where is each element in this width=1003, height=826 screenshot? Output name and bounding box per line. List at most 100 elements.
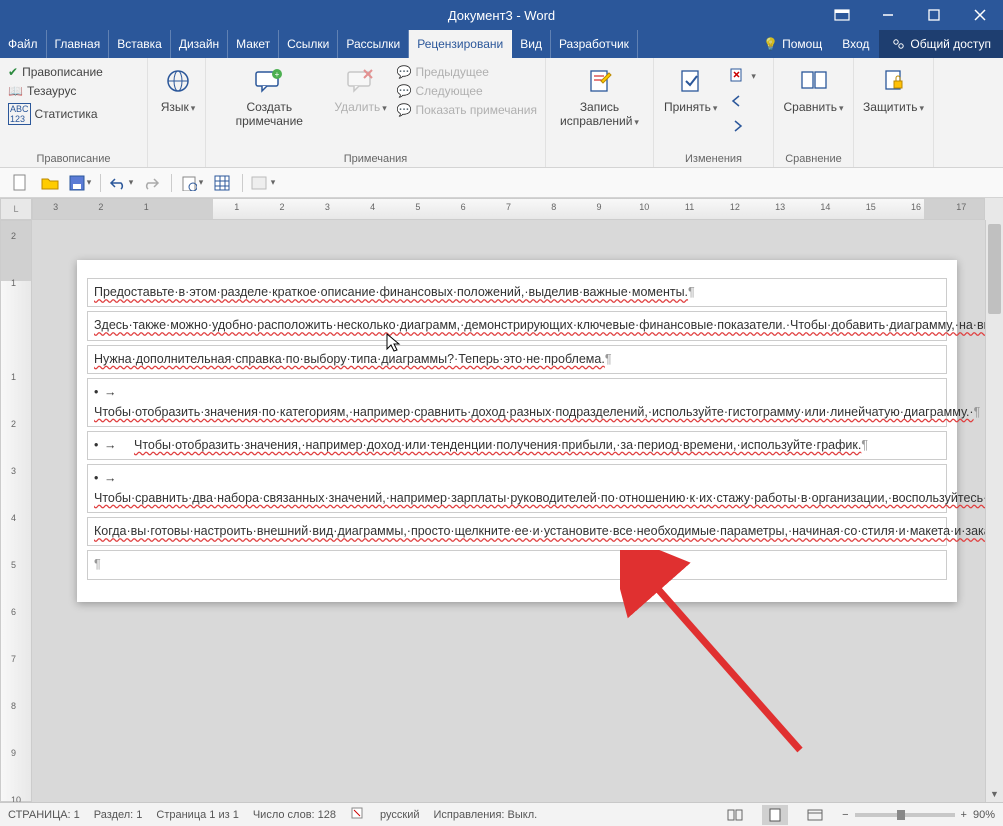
status-word-count[interactable]: Число слов: 128 (253, 809, 336, 821)
compare-icon (798, 65, 830, 97)
print-layout-button[interactable] (762, 805, 788, 825)
comment-delete-icon (345, 65, 377, 97)
redo-button[interactable] (137, 171, 165, 195)
sign-in[interactable]: Вход (832, 30, 879, 58)
tell-me-help[interactable]: 💡Помощ (753, 30, 832, 58)
svg-text:+: + (275, 70, 280, 79)
tab-selector[interactable]: L (0, 198, 32, 220)
save-button[interactable]: ▾ (66, 171, 94, 195)
language-button[interactable]: Язык▾ (152, 61, 204, 117)
protect-button[interactable]: Защитить▾ (858, 61, 929, 117)
document-area[interactable]: Предоставьте·в·этом·разделе·краткое·опис… (32, 220, 985, 802)
status-track-changes[interactable]: Исправления: Выкл. (434, 809, 538, 821)
compare-button[interactable]: Сравнить▾ (778, 61, 849, 117)
maximize-button[interactable] (911, 0, 957, 30)
undo-button[interactable]: ▾ (107, 171, 135, 195)
table-row[interactable]: •→Чтобы·сравнить·два·набора·связанных·зн… (87, 464, 947, 513)
title-bar: Документ3 - Word (0, 0, 1003, 30)
comment-prev-icon: 💬 (397, 65, 412, 79)
table-row[interactable]: Когда·вы·готовы·настроить·внешний·вид·ди… (87, 517, 947, 546)
tab-layout[interactable]: Макет (228, 30, 279, 58)
previous-change-button[interactable] (725, 92, 760, 113)
print-preview-button[interactable]: ▾ (178, 171, 206, 195)
track-changes-button[interactable]: Запись исправлений▾ (550, 61, 649, 131)
tab-developer[interactable]: Разработчик (551, 30, 638, 58)
delete-comment-button[interactable]: Удалить▾ (331, 61, 391, 117)
table-row[interactable]: Здесь·также·можно·удобно·расположить·нес… (87, 311, 947, 340)
table-row[interactable]: •→Чтобы·отобразить·значения,·например·до… (87, 431, 947, 460)
accept-button[interactable]: Принять▾ (658, 61, 723, 117)
book-icon: 📖 (8, 84, 23, 98)
status-page-of[interactable]: Страница 1 из 1 (156, 809, 238, 821)
thesaurus-button[interactable]: 📖Тезаурус (4, 82, 107, 100)
zoom-in-button[interactable]: + (961, 809, 967, 821)
status-language[interactable]: русский (380, 809, 419, 821)
table-row[interactable]: Нужна·дополнительная·справка·по·выбору·т… (87, 345, 947, 374)
ribbon-tabs: Файл Главная Вставка Дизайн Макет Ссылки… (0, 30, 1003, 58)
scroll-thumb[interactable] (988, 224, 1001, 314)
show-comments-button[interactable]: 💬Показать примечания (393, 101, 541, 119)
tab-insert[interactable]: Вставка (109, 30, 171, 58)
zoom-out-button[interactable]: − (842, 809, 848, 821)
track-icon (584, 65, 616, 97)
tab-references[interactable]: Ссылки (279, 30, 338, 58)
insert-table-button[interactable] (208, 171, 236, 195)
prev-change-icon (729, 94, 745, 111)
ribbon-display-options[interactable] (819, 0, 865, 30)
tab-view[interactable]: Вид (512, 30, 551, 58)
comment-show-icon: 💬 (397, 103, 412, 117)
zoom-level[interactable]: 90% (973, 809, 995, 821)
vertical-scrollbar[interactable]: ▲ ▼ (985, 220, 1003, 802)
next-change-button[interactable] (725, 117, 760, 138)
reject-button[interactable]: ▾ (725, 65, 760, 88)
word-count-button[interactable]: ABC123Статистика (4, 101, 107, 127)
ribbon: ✔Правописание 📖Тезаурус ABC123Статистика… (0, 58, 1003, 168)
vertical-ruler[interactable]: 2112345678910 (0, 220, 32, 802)
group-label-proofing: Правописание (4, 151, 143, 167)
table-row[interactable]: Предоставьте·в·этом·разделе·краткое·опис… (87, 278, 947, 307)
comment-next-icon: 💬 (397, 84, 412, 98)
open-button[interactable] (36, 171, 64, 195)
read-mode-button[interactable] (722, 805, 748, 825)
document-workspace: 2112345678910 Предоставьте·в·этом·раздел… (0, 220, 1003, 802)
spelling-button[interactable]: ✔Правописание (4, 63, 107, 81)
web-layout-button[interactable] (802, 805, 828, 825)
next-comment-button[interactable]: 💬Следующее (393, 82, 541, 100)
reject-icon (729, 67, 745, 86)
horizontal-ruler[interactable]: 3211234567891011121314151617 (32, 198, 985, 220)
close-button[interactable] (957, 0, 1003, 30)
table-row[interactable]: •→Чтобы·отобразить·значения·по·категория… (87, 378, 947, 427)
group-label-comments: Примечания (210, 151, 541, 167)
previous-comment-button[interactable]: 💬Предыдущее (393, 63, 541, 81)
globe-icon (162, 65, 194, 97)
document-title: Документ3 - Word (448, 8, 555, 23)
minimize-button[interactable] (865, 0, 911, 30)
tab-home[interactable]: Главная (47, 30, 110, 58)
share-button[interactable]: Общий доступ (879, 30, 1003, 58)
tab-review[interactable]: Рецензировани (409, 30, 512, 58)
check-icon: ✔ (8, 65, 18, 79)
group-label-compare: Сравнение (778, 151, 849, 167)
quick-access-toolbar: ▾ ▾ ▾ ▾ (0, 168, 1003, 198)
group-label-changes: Изменения (658, 151, 769, 167)
status-page[interactable]: СТРАНИЦА: 1 (8, 809, 80, 821)
stats-icon: ABC123 (8, 103, 31, 125)
status-bar: СТРАНИЦА: 1 Раздел: 1 Страница 1 из 1 Чи… (0, 802, 1003, 826)
tab-mailings[interactable]: Рассылки (338, 30, 409, 58)
next-change-icon (729, 119, 745, 136)
new-comment-button[interactable]: + Создать примечание (210, 61, 329, 131)
scroll-down-button[interactable]: ▼ (986, 786, 1003, 802)
page: Предоставьте·в·этом·разделе·краткое·опис… (77, 260, 957, 602)
tab-file[interactable]: Файл (0, 30, 47, 58)
status-proof-icon[interactable] (350, 806, 366, 823)
zoom-slider[interactable] (855, 813, 955, 817)
protect-icon (878, 65, 910, 97)
tab-design[interactable]: Дизайн (171, 30, 228, 58)
status-section[interactable]: Раздел: 1 (94, 809, 143, 821)
table-row[interactable]: ¶ (87, 550, 947, 579)
new-doc-button[interactable] (6, 171, 34, 195)
horizontal-ruler-row: L 3211234567891011121314151617 (0, 198, 1003, 220)
comment-new-icon: + (253, 65, 285, 97)
insert-picture-button[interactable]: ▾ (249, 171, 277, 195)
accept-icon (675, 65, 707, 97)
